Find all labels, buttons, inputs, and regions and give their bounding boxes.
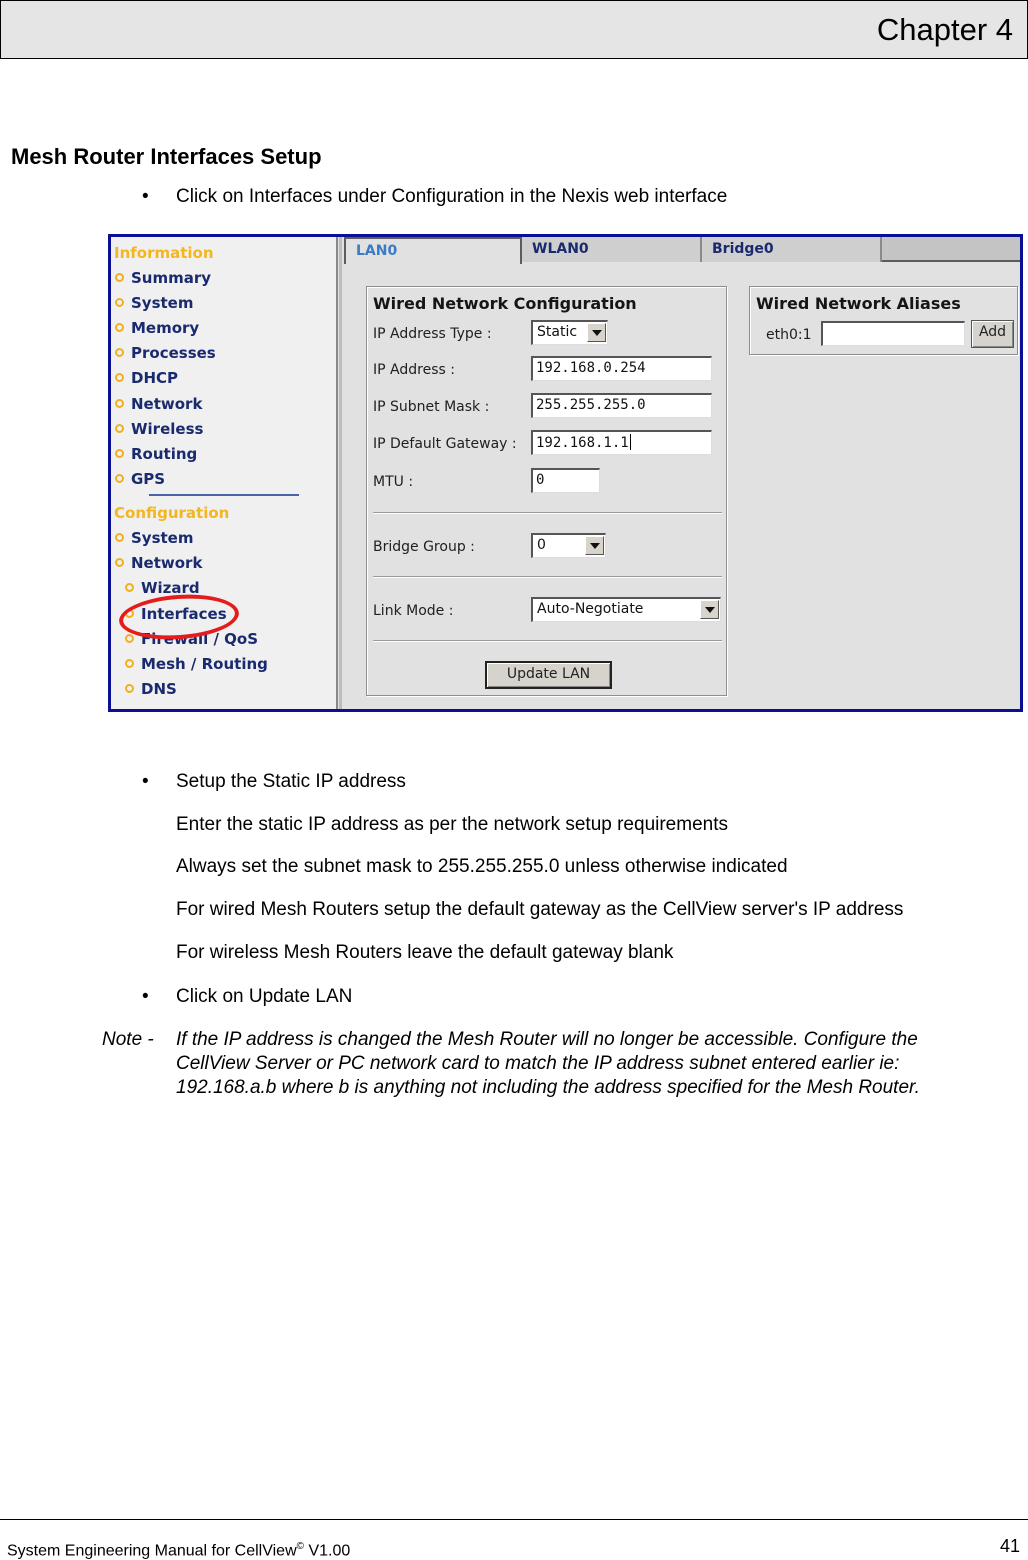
sidebar-item-network-info[interactable]: Network — [115, 394, 202, 414]
bullet-icon: • — [142, 986, 149, 1007]
sidebar-divider — [149, 494, 299, 496]
sidebar-item-config-network[interactable]: Network — [115, 553, 202, 573]
sidebar-heading-information: Information — [114, 244, 214, 262]
note-label: Note - — [102, 1029, 154, 1050]
ip-address-label: IP Address : — [373, 362, 455, 378]
default-gateway-label: IP Default Gateway : — [373, 436, 517, 452]
sidebar-item-interfaces[interactable]: Interfaces — [125, 604, 227, 624]
ip-type-label: IP Address Type : — [373, 326, 492, 342]
dropdown-arrow-icon — [585, 536, 604, 555]
bullet-ring-icon — [115, 533, 124, 542]
bullet-ring-icon — [115, 474, 124, 483]
subnet-mask-input[interactable]: 255.255.255.0 — [531, 393, 712, 418]
nexis-web-interface-screenshot: Information Summary System Memory Proces… — [108, 234, 1023, 712]
ip-type-select[interactable]: Static — [531, 320, 608, 345]
bullet-ring-icon — [125, 634, 134, 643]
default-gateway-input[interactable]: 192.168.1.1 — [531, 430, 712, 455]
sidebar-item-system[interactable]: System — [115, 293, 193, 313]
footer-manual-title: System Engineering Manual for CellView© … — [7, 1541, 351, 1560]
text-cursor — [629, 434, 631, 450]
dropdown-arrow-icon — [587, 323, 606, 342]
bullet-ring-icon — [115, 298, 124, 307]
bullet-icon: • — [142, 186, 149, 207]
note-line: 192.168.a.b where b is anything not incl… — [176, 1077, 920, 1098]
bullet-ring-icon — [125, 659, 134, 668]
bullet-text: Click on Interfaces under Configuration … — [176, 186, 728, 207]
page-number: 41 — [999, 1536, 1020, 1556]
sidebar-item-gps[interactable]: GPS — [115, 469, 165, 489]
wired-network-aliases-panel: Wired Network Aliases eth0:1 Add — [749, 286, 1018, 355]
sidebar-item-memory[interactable]: Memory — [115, 318, 199, 338]
sidebar-item-dhcp[interactable]: DHCP — [115, 368, 178, 388]
form-divider — [373, 576, 722, 578]
wired-config-title: Wired Network Configuration — [373, 294, 637, 313]
form-divider — [373, 640, 722, 642]
link-mode-select[interactable]: Auto-Negotiate — [531, 597, 721, 622]
add-alias-button[interactable]: Add — [971, 320, 1014, 348]
note-line: CellView Server or PC network card to ma… — [176, 1053, 900, 1074]
setup-detail: For wireless Mesh Routers leave the defa… — [176, 942, 674, 963]
setup-detail: Always set the subnet mask to 255.255.25… — [176, 856, 788, 877]
sidebar-heading-configuration: Configuration — [114, 504, 230, 522]
dropdown-arrow-icon — [700, 600, 719, 619]
aliases-title: Wired Network Aliases — [756, 294, 961, 313]
ip-address-input[interactable]: 192.168.0.254 — [531, 356, 712, 381]
tab-wlan0[interactable]: WLAN0 — [522, 237, 702, 262]
alias-label: eth0:1 — [766, 327, 812, 343]
bullet-ring-icon — [115, 373, 124, 382]
form-divider — [373, 512, 722, 514]
sidebar-item-summary[interactable]: Summary — [115, 268, 211, 288]
sidebar-item-mesh-routing[interactable]: Mesh / Routing — [125, 654, 268, 674]
bullet-text: Setup the Static IP address — [176, 771, 406, 792]
bridge-group-label: Bridge Group : — [373, 539, 475, 555]
chapter-title: Chapter 4 — [876, 12, 1013, 47]
subnet-mask-label: IP Subnet Mask : — [373, 399, 490, 415]
link-mode-label: Link Mode : — [373, 603, 454, 619]
sidebar-nav: Information Summary System Memory Proces… — [111, 237, 342, 709]
mtu-input[interactable]: 0 — [531, 468, 600, 493]
mtu-label: MTU : — [373, 474, 414, 490]
copyright-mark: © — [296, 1541, 304, 1552]
bullet-ring-icon — [115, 449, 124, 458]
bullet-ring-icon — [115, 323, 124, 332]
chapter-header: Chapter 4 — [0, 0, 1028, 59]
bullet-ring-icon — [125, 609, 134, 618]
sidebar-item-wireless[interactable]: Wireless — [115, 419, 203, 439]
sidebar-item-config-system[interactable]: System — [115, 528, 193, 548]
bullet-text: Click on Update LAN — [176, 986, 353, 1007]
wired-network-config-panel: Wired Network Configuration IP Address T… — [366, 286, 727, 696]
note-line: If the IP address is changed the Mesh Ro… — [176, 1029, 918, 1050]
footer-divider — [0, 1519, 1028, 1520]
sidebar-item-wizard[interactable]: Wizard — [125, 578, 200, 598]
bullet-ring-icon — [115, 424, 124, 433]
bullet-icon: • — [142, 771, 149, 792]
bullet-ring-icon — [115, 558, 124, 567]
sidebar-item-firewall-qos[interactable]: Firewall / QoS — [125, 629, 258, 649]
update-lan-button[interactable]: Update LAN — [485, 661, 612, 689]
setup-detail: Enter the static IP address as per the n… — [176, 814, 728, 835]
interface-tabs: LAN0 WLAN0 Bridge0 — [344, 237, 1020, 265]
bullet-ring-icon — [115, 348, 124, 357]
bridge-group-select[interactable]: 0 — [531, 533, 606, 558]
sidebar-item-dns[interactable]: DNS — [125, 679, 177, 699]
tab-content-lan0: Wired Network Configuration IP Address T… — [344, 264, 1020, 709]
bullet-ring-icon — [115, 273, 124, 282]
bullet-ring-icon — [115, 399, 124, 408]
tab-lan0[interactable]: LAN0 — [344, 237, 522, 265]
alias-input[interactable] — [821, 321, 965, 346]
bullet-ring-icon — [125, 583, 134, 592]
tab-bridge0[interactable]: Bridge0 — [702, 237, 882, 262]
note-text: If the IP address is changed the Mesh Ro… — [176, 1028, 1026, 1100]
sidebar-item-routing[interactable]: Routing — [115, 444, 197, 464]
bullet-ring-icon — [125, 684, 134, 693]
section-title: Mesh Router Interfaces Setup — [11, 144, 322, 169]
setup-detail: For wired Mesh Routers setup the default… — [176, 899, 904, 920]
sidebar-item-processes[interactable]: Processes — [115, 343, 216, 363]
